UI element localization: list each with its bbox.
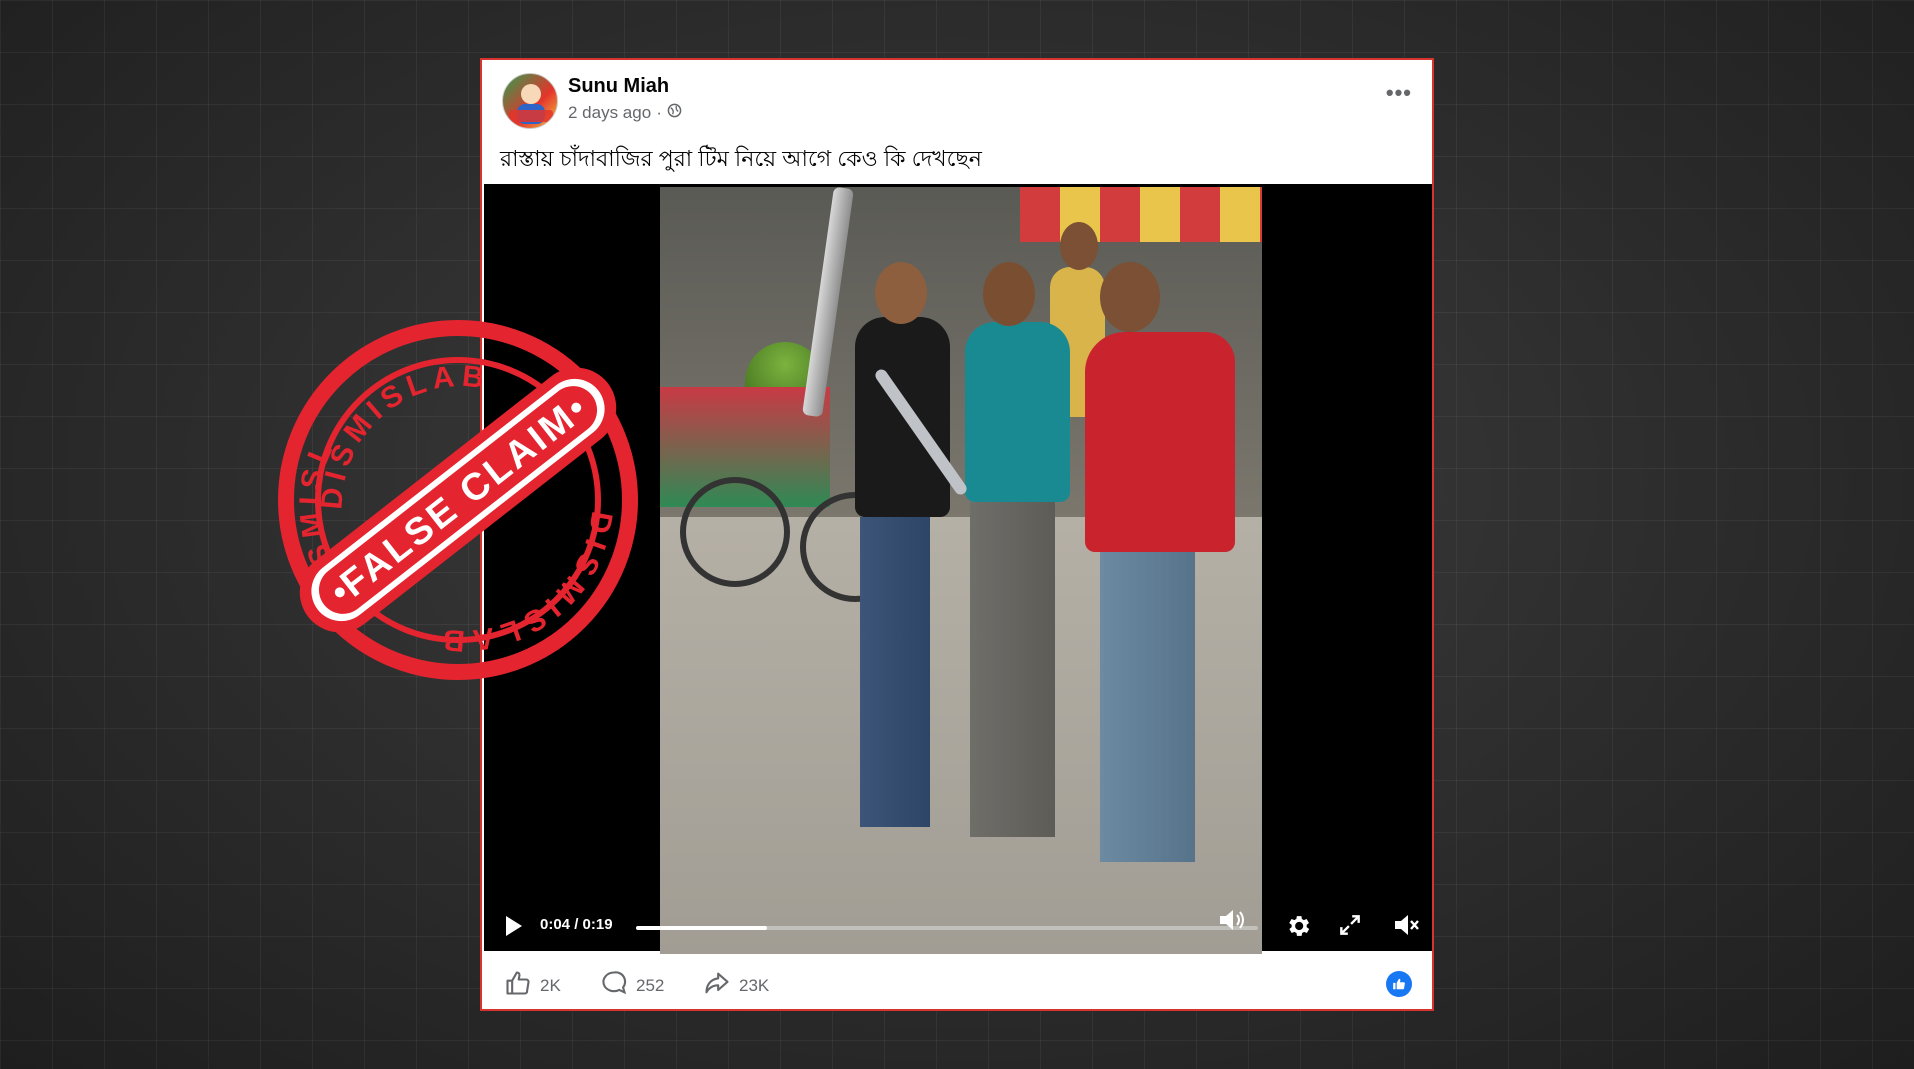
progress-bar[interactable] [636,926,1258,930]
scene-person-legs [1100,552,1195,862]
video-time: 0:04 / 0:19 [540,916,613,933]
current-time: 0:04 [540,916,571,933]
like-badge-icon [1386,971,1412,997]
duration: 0:19 [582,916,613,933]
scene-person-head [1100,262,1160,332]
scene-person-head [1060,222,1098,270]
scene-person-legs [860,517,930,827]
expand-icon[interactable] [1337,912,1363,946]
speaker-muted-icon[interactable] [1392,912,1420,946]
post-caption: রাস্তায় চাঁদাবাজির পুরা টিম নিয়ে আগে ক… [500,146,982,171]
author-name[interactable]: Sunu Miah [568,75,669,98]
share-count: 23K [739,975,770,995]
scene-person-teal-shirt [965,322,1070,502]
time-separator: / [570,916,583,933]
share-arrow-icon [703,969,731,1002]
post-meta: 2 days ago · [568,103,682,123]
video-frame[interactable] [660,187,1262,954]
meta-separator: · [656,103,662,122]
comment-count: 252 [636,975,665,995]
like-button[interactable]: 2K [504,969,561,1002]
false-claim-stamp: DISMISLAB DISMISLAB DISMISLAB FALSE CLAI… [248,284,657,695]
comment-bubble-icon [600,969,628,1002]
avatar[interactable] [502,73,558,129]
play-icon[interactable] [506,916,522,936]
gear-icon[interactable] [1284,912,1312,948]
comment-button[interactable]: 252 [600,969,664,1002]
scene-person-head [875,262,927,324]
more-options-icon[interactable]: ••• [1386,80,1412,106]
scene-wheel [680,477,790,587]
video-controls: 0:04 / 0:19 [484,904,1432,951]
thumbs-up-icon [504,969,532,1002]
share-button[interactable]: 23K [703,969,769,1002]
scene-person-legs [970,502,1055,837]
scene-person-head [983,262,1035,326]
post-header: Sunu Miah 2 days ago · ••• রাস্তায় চাঁদ… [482,60,1432,182]
globe-icon [667,103,682,123]
like-count: 2K [540,975,561,995]
post-actions: 2K 252 23K [482,953,1432,1011]
scene-umbrella [1020,187,1262,242]
scene-person-red-shirt [1085,332,1235,552]
post-time[interactable]: 2 days ago [568,103,651,123]
progress-fill [636,926,767,930]
